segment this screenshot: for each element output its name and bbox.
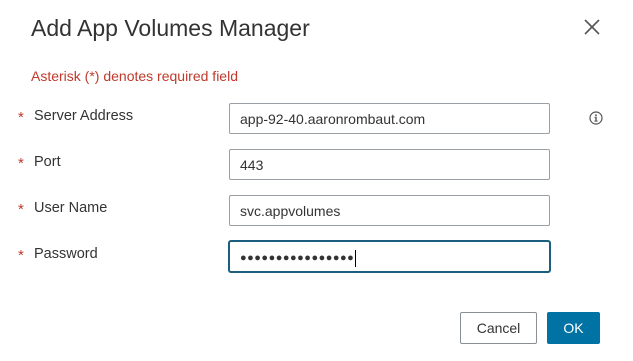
required-asterisk: * — [18, 201, 24, 218]
server-address-label: Server Address — [34, 108, 134, 124]
close-button[interactable] — [580, 15, 604, 39]
server-address-input[interactable]: app-92-40.aaronrombaut.com — [229, 103, 550, 134]
info-circle-icon[interactable] — [589, 111, 603, 125]
password-value-wrapper: ●●●●●●●●●●●●●●●● — [240, 249, 357, 267]
port-value: 443 — [240, 157, 264, 173]
password-input[interactable]: ●●●●●●●●●●●●●●●● — [229, 241, 550, 272]
required-asterisk: * — [18, 155, 24, 172]
user-name-row: * User Name svc.appvolumes — [0, 195, 633, 229]
server-address-value: app-92-40.aaronrombaut.com — [240, 111, 426, 127]
ok-button[interactable]: OK — [547, 312, 600, 344]
required-asterisk: * — [18, 109, 24, 126]
port-label: Port — [34, 154, 61, 170]
close-x-icon — [584, 19, 600, 35]
user-name-label: User Name — [34, 200, 108, 216]
dialog-title: Add App Volumes Manager — [31, 15, 310, 41]
cancel-button[interactable]: Cancel — [460, 312, 537, 344]
required-field-note: Asterisk (*) denotes required field — [31, 68, 238, 84]
password-row: * Password ●●●●●●●●●●●●●●●● — [0, 241, 633, 275]
text-caret — [355, 249, 357, 267]
add-app-volumes-manager-dialog: Add App Volumes Manager Asterisk (*) den… — [0, 0, 633, 361]
port-input[interactable]: 443 — [229, 149, 550, 180]
required-asterisk: * — [18, 247, 24, 264]
server-address-row: * Server Address app-92-40.aaronrombaut.… — [0, 103, 633, 137]
user-name-input[interactable]: svc.appvolumes — [229, 195, 550, 226]
port-row: * Port 443 — [0, 149, 633, 183]
user-name-value: svc.appvolumes — [240, 203, 341, 219]
password-label: Password — [34, 246, 98, 262]
password-masked-value: ●●●●●●●●●●●●●●●● — [240, 252, 355, 264]
